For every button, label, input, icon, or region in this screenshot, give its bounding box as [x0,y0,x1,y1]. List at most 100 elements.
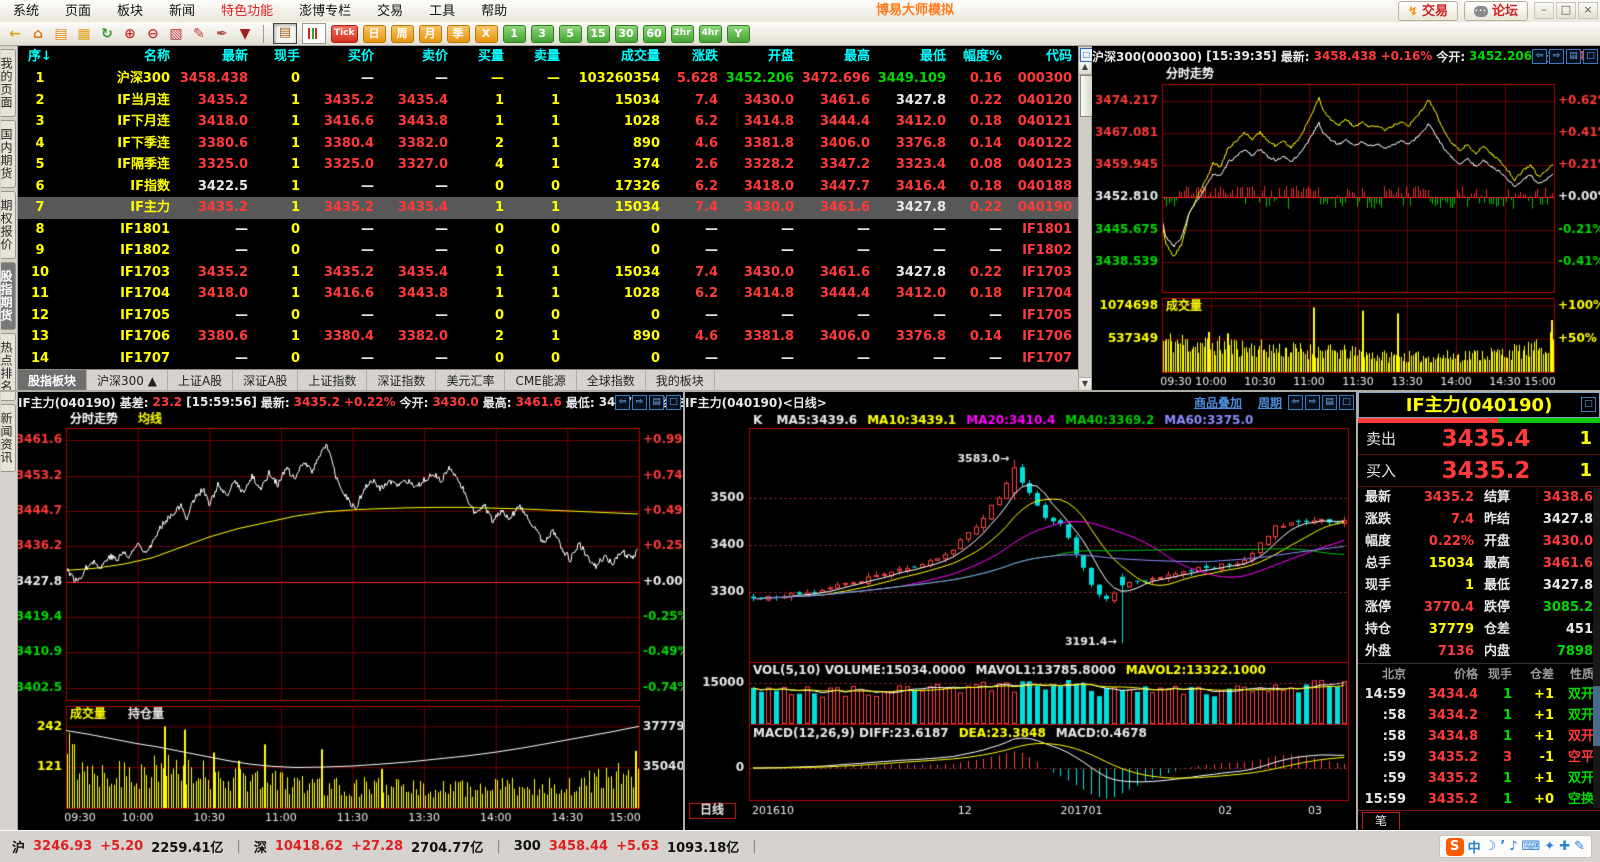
menu-page[interactable]: 页面 [52,1,104,22]
table-row[interactable]: 6IF指数3422.51——00173266.23418.03447.73416… [18,176,1078,198]
period-Y-button[interactable]: Y [727,25,750,43]
overlay-link[interactable]: 商品叠加 [1194,396,1242,410]
period-15-button[interactable]: 15 [587,25,610,43]
panel-maximize-icon[interactable]: □ [1581,397,1596,412]
sidebar-tab-3[interactable]: 股指期货 [1,262,16,330]
col-header-4[interactable]: 买价 [306,46,380,68]
forum-button[interactable]: ···论坛 [1464,1,1528,21]
nav-left-icon[interactable]: ⇦ [615,395,630,410]
tab-detail[interactable]: 笔 [1362,812,1400,831]
period-3-button[interactable]: 3 [531,25,554,43]
table-row[interactable]: 12IF1705—0——000—————IF1705 [18,305,1078,327]
menu-trade[interactable]: 交易 [364,1,416,22]
period-季-button[interactable]: 季 [447,25,470,43]
table-row[interactable]: 9IF1802—0——000—————IF1802 [18,240,1078,262]
quote-scrollbar[interactable]: □ ▲ ▼ [1078,46,1092,392]
table-row[interactable]: 8IF1801—0——000—————IF1801 [18,219,1078,241]
period-4hr-button[interactable]: 4hr [699,25,722,43]
ts-row[interactable]: 15:593435.21+0空换 [1358,789,1600,810]
filter-icon[interactable]: ▼ [236,25,254,43]
mic-icon[interactable]: ♪ [1509,839,1517,854]
table-row[interactable]: 13IF17063380.613380.43382.0218904.63381.… [18,326,1078,348]
table-row[interactable]: 3IF下月连3418.013416.63443.81110286.23414.8… [18,111,1078,133]
hs300-intraday-chart[interactable] [1092,66,1600,392]
quote-tab-2[interactable]: 深证A股 [233,370,298,392]
quote-tab-0[interactable]: 沪深300 ▲ [87,370,168,392]
ts-row[interactable]: :583434.21+1双开 [1358,705,1600,726]
col-header-14[interactable]: 代码 [1008,46,1078,68]
period-2hr-button[interactable]: 2hr [671,25,694,43]
period-1-button[interactable]: 1 [503,25,526,43]
col-header-13[interactable]: 幅度% [952,46,1008,68]
back-icon[interactable]: ← [6,25,24,43]
menu-sector[interactable]: 板块 [104,1,156,22]
menu-tools[interactable]: 工具 [416,1,468,22]
quote-icon[interactable]: ’ [1500,839,1505,854]
zoom-in-icon[interactable]: ⊕ [121,25,139,43]
maximize-icon[interactable]: □ [666,395,681,410]
quote-tab-6[interactable]: CME能源 [505,370,576,392]
blocks-icon[interactable]: ▧ [167,25,185,43]
table-row[interactable]: 2IF当月连3435.213435.23435.411150347.43430.… [18,90,1078,112]
col-header-5[interactable]: 卖价 [380,46,454,68]
quote-tab-3[interactable]: 上证指数 [298,370,367,392]
menu-help[interactable]: 帮助 [468,1,520,22]
split-view-icon[interactable]: ▤ [1566,49,1581,64]
split-view-icon[interactable]: ▤ [1322,395,1337,410]
col-header-8[interactable]: 成交量 [566,46,666,68]
table-row[interactable]: 7IF主力3435.213435.23435.411150347.43430.0… [18,197,1078,219]
minimize-button[interactable]: – [1534,2,1554,19]
home-icon[interactable]: ⌂ [29,25,47,43]
sidebar-tab-5[interactable]: 新闻资讯 [1,404,16,472]
period-月-button[interactable]: 月 [419,25,442,43]
col-header-3[interactable]: 现手 [254,46,306,68]
panel-scrollbar[interactable] [1593,488,1600,808]
quote-tab-1[interactable]: 上证A股 [168,370,233,392]
ts-row[interactable]: 14:593434.41+1双开 [1358,684,1600,705]
col-header-6[interactable]: 买量 [454,46,510,68]
refresh-icon[interactable]: ↻ [98,25,116,43]
period-X-button[interactable]: X [475,25,498,43]
table-row[interactable]: 1沪深3003458.4380————1032603545.6283452.20… [18,68,1078,90]
lang-zh-icon[interactable]: 中 [1468,837,1481,856]
table-row[interactable]: 5IF隔季连3325.013325.03327.0413742.63328.23… [18,154,1078,176]
maximize-button[interactable]: □ [1556,2,1576,19]
sidebar-tab-1[interactable]: 国内期货 [1,120,16,188]
col-header-0[interactable]: 序↓ [18,46,62,68]
table-row[interactable]: 10IF17033435.213435.23435.411150347.4343… [18,262,1078,284]
scroll-up-icon[interactable]: ▲ [1079,61,1091,75]
quote-view-icon[interactable]: ▤ [273,23,297,44]
period-日-button[interactable]: 日 [363,25,386,43]
sogou-logo-icon[interactable]: S [1446,838,1464,856]
quote-tab-active[interactable]: 股指板块 [18,370,87,392]
tick-period-button[interactable]: Tick [331,25,358,43]
menu-features[interactable]: 特色功能 [208,1,286,22]
scroll-down-icon[interactable]: ▼ [1079,377,1091,391]
period-link[interactable]: 周期 [1258,396,1282,410]
ts-row[interactable]: :593435.21+1双开 [1358,768,1600,789]
period-60-button[interactable]: 60 [643,25,666,43]
sidebar-tab-2[interactable]: 期权报价 [1,191,16,259]
table-row[interactable]: 11IF17043418.013416.63443.81110286.23414… [18,283,1078,305]
table-row[interactable]: 14IF1707—0——000—————IF1707 [18,348,1078,370]
ts-row[interactable]: :593435.23-1空平 [1358,747,1600,768]
if-intraday-chart[interactable] [18,412,683,830]
nav-left-icon[interactable]: ⇦ [1288,395,1303,410]
person-icon[interactable]: ✦ [1544,839,1555,854]
period-周-button[interactable]: 周 [391,25,414,43]
split-view-icon[interactable]: ▤ [649,395,664,410]
pen-icon[interactable]: ✒ [213,25,231,43]
nav-left-icon[interactable]: ⇦ [1532,49,1547,64]
kline-view-icon[interactable] [302,23,326,44]
zoom-out-icon[interactable]: ⊖ [144,25,162,43]
col-header-11[interactable]: 最高 [800,46,876,68]
menu-news[interactable]: 新闻 [156,1,208,22]
table-row[interactable]: 4IF下季连3380.613380.43382.0218904.63381.83… [18,133,1078,155]
trade-button[interactable]: ↯交易 [1398,1,1458,21]
keyboard-icon[interactable]: ⌨ [1522,839,1541,854]
calendar-icon[interactable]: ▦ [75,25,93,43]
close-button[interactable]: × [1578,2,1598,19]
pencil-icon[interactable]: ✎ [190,25,208,43]
nav-right-icon[interactable]: ⇨ [632,395,647,410]
col-header-12[interactable]: 最低 [876,46,952,68]
